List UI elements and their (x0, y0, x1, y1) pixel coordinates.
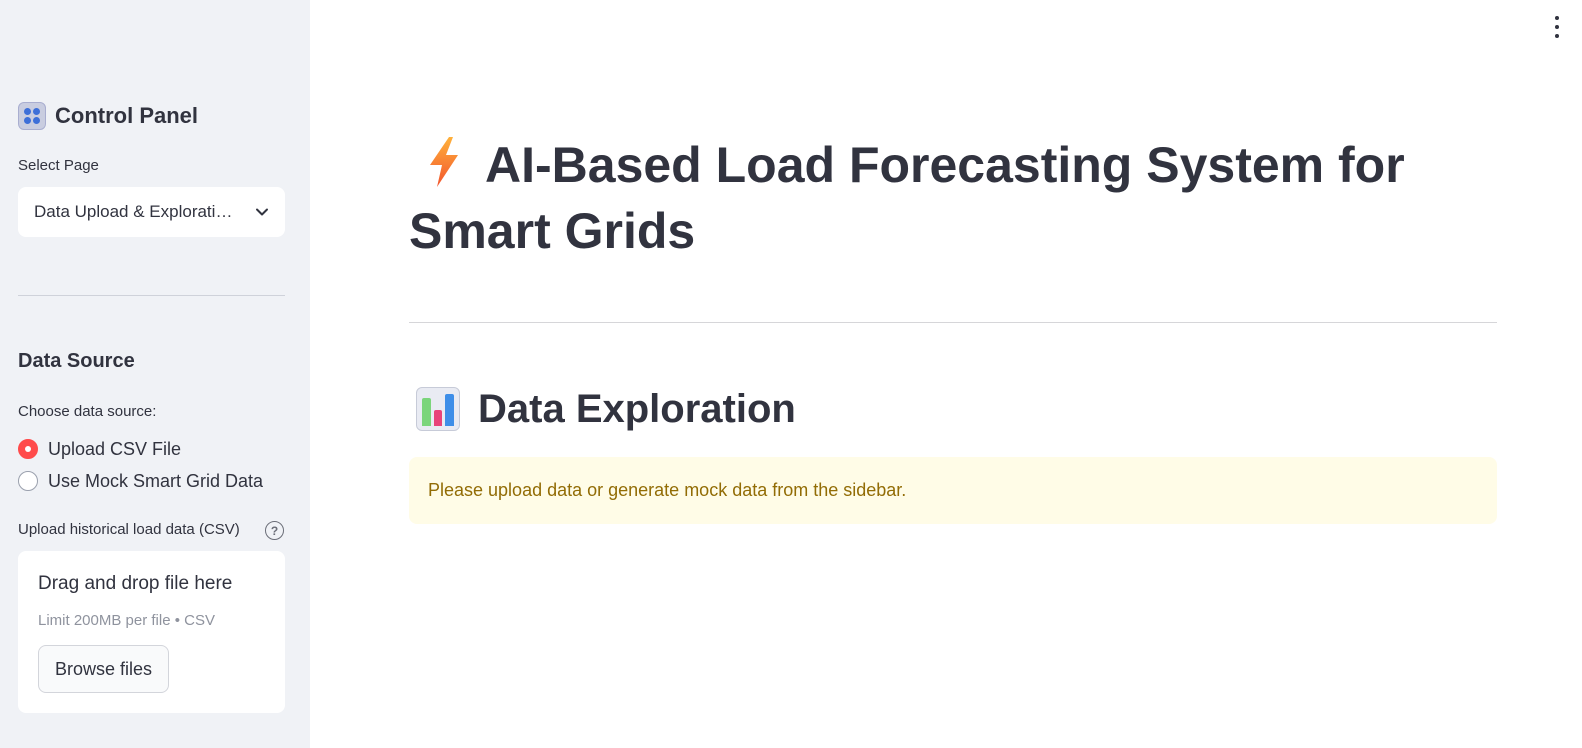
radio-button[interactable] (18, 471, 38, 491)
browse-files-button[interactable]: Browse files (38, 645, 169, 693)
help-icon[interactable]: ? (265, 521, 284, 540)
dropzone-hint: Limit 200MB per file • CSV (38, 612, 215, 629)
section-title: Data Exploration (416, 383, 796, 435)
choose-data-source-label: Choose data source: (18, 403, 157, 420)
lightning-bolt-icon (430, 137, 458, 187)
select-page-label: Select Page (18, 157, 99, 174)
radio-upload-csv-label: Upload CSV File (48, 438, 182, 459)
main-divider (409, 322, 1497, 323)
main-menu-kebab-icon[interactable] (1552, 16, 1562, 38)
warning-alert: Please upload data or generate mock data… (409, 457, 1497, 524)
control-knobs-icon (18, 102, 46, 130)
data-source-heading: Data Source (18, 350, 135, 372)
dropzone-title: Drag and drop file here (38, 573, 233, 594)
select-page-dropdown[interactable]: Data Upload & Exploration (18, 187, 285, 237)
file-dropzone[interactable]: Drag and drop file here Limit 200MB per … (18, 551, 285, 713)
radio-button-selected[interactable] (18, 439, 38, 459)
sidebar-title-text: Control Panel (55, 103, 199, 128)
warning-alert-text: Please upload data or generate mock data… (428, 480, 907, 500)
radio-upload-csv[interactable]: Upload CSV File (18, 437, 181, 461)
chevron-down-icon (256, 208, 268, 216)
page-title: AI-Based Load Forecasting System for Sma… (409, 132, 1459, 264)
upload-label: Upload historical load data (CSV) (18, 521, 240, 538)
radio-mock-data-label: Use Mock Smart Grid Data (48, 470, 264, 491)
page-title-text: AI-Based Load Forecasting System for Sma… (409, 137, 1405, 259)
sidebar-divider (18, 295, 285, 296)
section-title-text: Data Exploration (478, 386, 796, 431)
select-page-value: Data Upload & Exploration (34, 202, 234, 221)
radio-mock-data[interactable]: Use Mock Smart Grid Data (18, 469, 263, 493)
bar-chart-icon (416, 387, 460, 431)
sidebar: Control Panel Select Page Data Upload & … (0, 0, 310, 748)
app-root: Control Panel Select Page Data Upload & … (0, 0, 1582, 748)
sidebar-title: Control Panel (18, 101, 198, 131)
